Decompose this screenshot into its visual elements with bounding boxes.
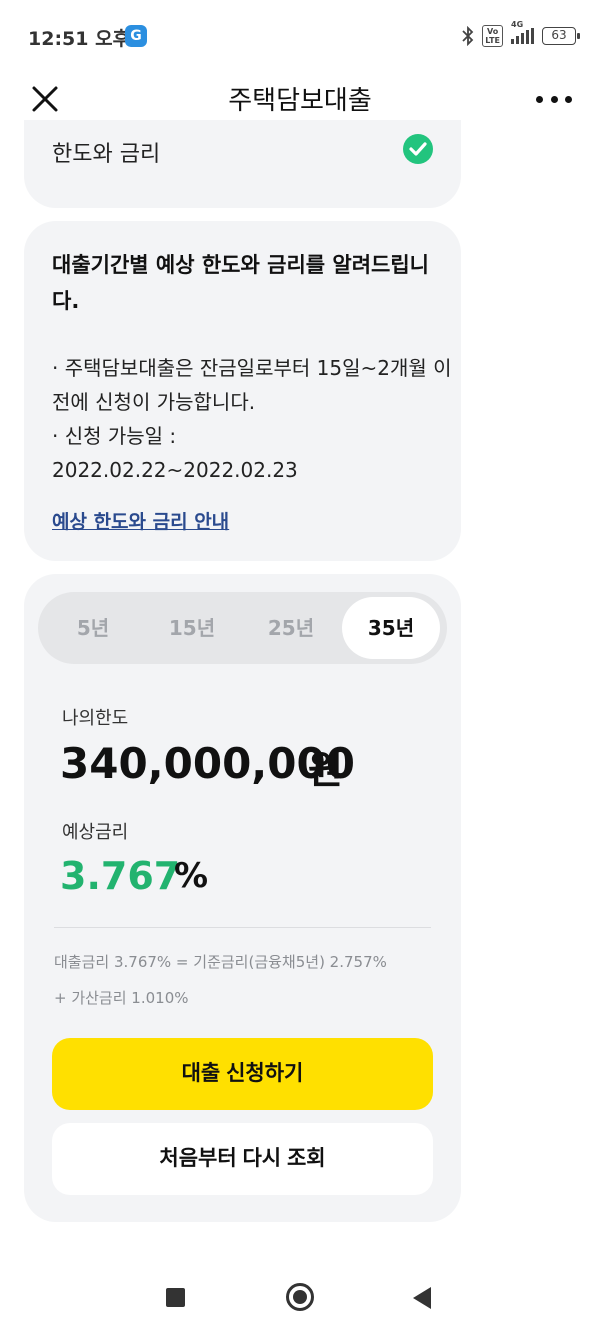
status-time: 12:51 오후 xyxy=(28,28,131,50)
network-type: 4G xyxy=(511,20,524,29)
app-notification-icon: G xyxy=(125,25,147,47)
restart-inquiry-button[interactable]: 처음부터 다시 조회 xyxy=(52,1123,433,1195)
check-circle-icon xyxy=(403,134,433,164)
recent-apps-icon[interactable] xyxy=(166,1288,185,1307)
rate-detail-spread: + 가산금리 1.010% xyxy=(54,989,189,1007)
bluetooth-icon xyxy=(462,26,474,46)
limit-rate-guide-link[interactable]: 예상 한도와 금리 안내 xyxy=(52,507,229,534)
rate-unit: % xyxy=(174,856,209,896)
tab-5-years[interactable]: 5년 xyxy=(44,597,142,659)
info-heading: 대출기간별 예상 한도와 금리를 알려드립니다. xyxy=(52,253,430,313)
rate-detail-formula: 대출금리 3.767% = 기준금리(금융채5년) 2.757% xyxy=(54,953,387,971)
info-text: · 주택담보대출은 잔금일로부터 15일~2개월 이전에 신청이 가능합니다. … xyxy=(52,351,452,487)
limit-label: 나의한도 xyxy=(62,708,129,729)
divider xyxy=(54,927,431,928)
rate-value: 3.767 xyxy=(60,854,181,898)
battery-icon: 63 xyxy=(542,27,580,45)
page-title: 주택담보대출 xyxy=(228,86,372,116)
battery-level: 63 xyxy=(551,28,567,42)
status-icons: Vo LTE 4G 63 xyxy=(462,20,580,48)
limit-rate-step-card: 한도와 금리 xyxy=(24,120,461,208)
step-label: 한도와 금리 xyxy=(52,142,161,167)
status-bar: 12:51 오후 G Vo LTE 4G 63 xyxy=(0,0,600,70)
info-line-apply-date-label: · 신청 가능일 : xyxy=(52,424,177,448)
back-icon[interactable] xyxy=(413,1287,431,1309)
tab-35-years[interactable]: 35년 xyxy=(342,597,440,659)
tab-15-years[interactable]: 15년 xyxy=(143,597,241,659)
rate-detail: 대출금리 3.767% = 기준금리(금융채5년) 2.757% + 가산금리 … xyxy=(54,944,454,1016)
info-card: 대출기간별 예상 한도와 금리를 알려드립니다. · 주택담보대출은 잔금일로부… xyxy=(24,221,461,561)
volte-icon: Vo LTE xyxy=(482,25,503,47)
loan-result-card: 5년 15년 25년 35년 나의한도 340,000,000 원 예상금리 3… xyxy=(24,574,461,1222)
apply-loan-button[interactable]: 대출 신청하기 xyxy=(52,1038,433,1110)
tab-25-years[interactable]: 25년 xyxy=(242,597,340,659)
loan-term-tabs: 5년 15년 25년 35년 xyxy=(38,592,447,664)
info-line-apply-period: · 주택담보대출은 잔금일로부터 15일~2개월 이전에 신청이 가능합니다. xyxy=(52,356,452,414)
signal-icon: 4G xyxy=(511,20,534,44)
more-button[interactable] xyxy=(536,94,572,104)
volte-bottom-text: LTE xyxy=(485,36,500,45)
info-line-apply-date: 2022.02.22~2022.02.23 xyxy=(52,458,298,482)
limit-unit: 원 xyxy=(308,748,343,792)
more-icon xyxy=(536,95,543,103)
volte-top-text: Vo xyxy=(487,27,499,36)
rate-label: 예상금리 xyxy=(62,822,129,843)
system-nav-bar xyxy=(0,1250,600,1333)
home-icon[interactable] xyxy=(286,1283,314,1311)
